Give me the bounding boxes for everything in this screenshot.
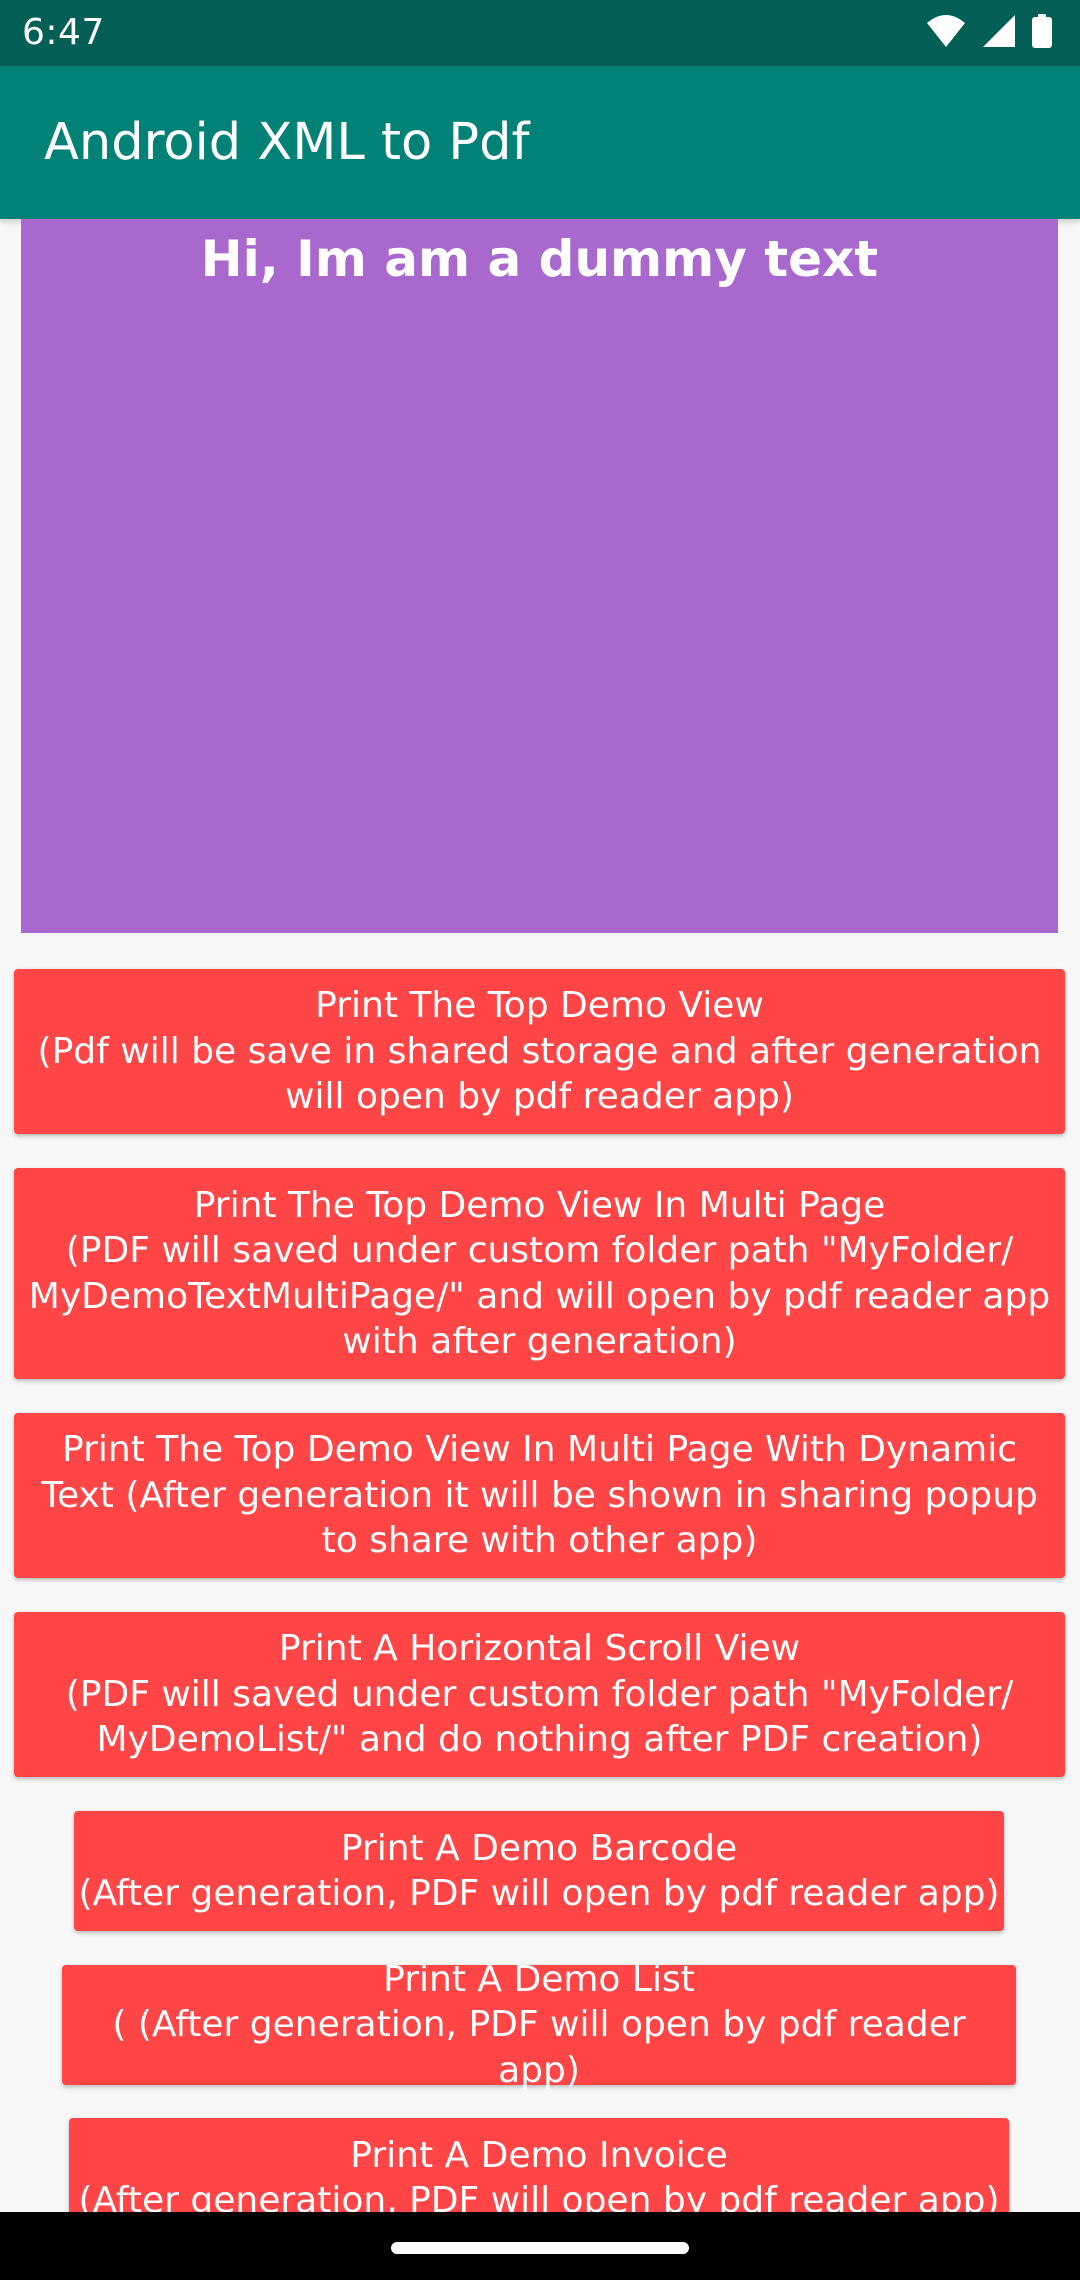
status-icons (926, 14, 1052, 52)
app-title: Android XML to Pdf (44, 113, 530, 172)
status-time: 6:47 (22, 12, 105, 53)
print-multi-page-dynamic-text-button[interactable]: Print The Top Demo View In Multi Page Wi… (14, 1413, 1065, 1578)
battery-icon (1032, 14, 1052, 52)
print-horizontal-scroll-view-label: Print A Horizontal Scroll View (PDF will… (65, 1628, 1014, 1761)
print-multi-page-label: Print The Top Demo View In Multi Page (P… (28, 1184, 1051, 1363)
print-demo-barcode-button[interactable]: Print A Demo Barcode (After generation, … (74, 1811, 1004, 1931)
status-bar: 6:47 (0, 0, 1080, 66)
wifi-icon (926, 14, 966, 52)
navigation-bar (0, 2212, 1080, 2280)
print-multi-page-button[interactable]: Print The Top Demo View In Multi Page (P… (14, 1168, 1065, 1379)
print-demo-list-button[interactable]: Print A Demo List ( (After generation, P… (62, 1959, 1016, 2091)
print-demo-invoice-label: Print A Demo Invoice (After generation, … (78, 2134, 1000, 2222)
cell-signal-icon (982, 14, 1016, 52)
demo-view: Hi, Im am a dummy text (21, 219, 1058, 933)
app-bar: Android XML to Pdf (0, 66, 1080, 219)
print-multi-page-dynamic-text-label: Print The Top Demo View In Multi Page Wi… (41, 1429, 1038, 1562)
print-top-demo-view-button[interactable]: Print The Top Demo View (Pdf will be sav… (14, 969, 1065, 1134)
print-top-demo-view-label: Print The Top Demo View (Pdf will be sav… (37, 985, 1042, 1118)
print-horizontal-scroll-view-button[interactable]: Print A Horizontal Scroll View (PDF will… (14, 1612, 1065, 1777)
demo-text: Hi, Im am a dummy text (200, 230, 879, 288)
print-demo-barcode-label: Print A Demo Barcode (After generation, … (78, 1827, 1000, 1915)
home-gesture-handle[interactable] (391, 2242, 689, 2254)
print-demo-list-label: Print A Demo List ( (After generation, P… (112, 1958, 966, 2091)
